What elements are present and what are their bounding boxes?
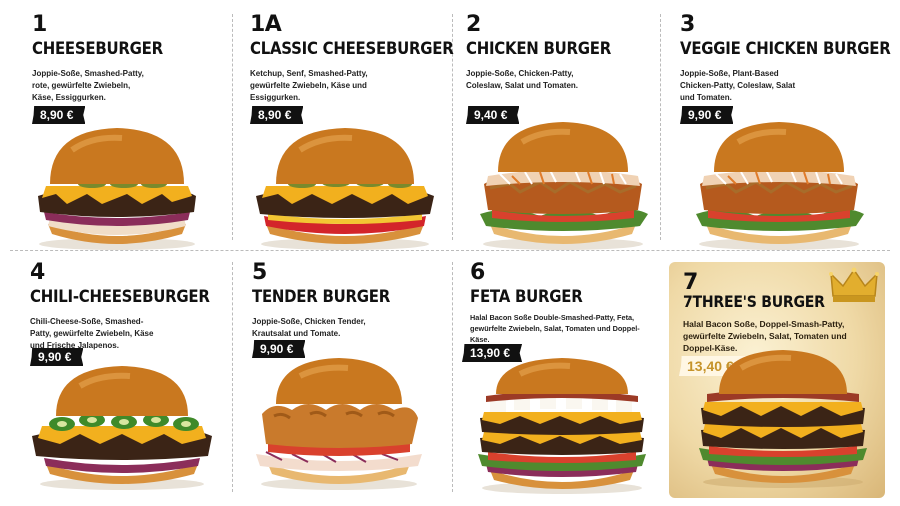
item-description: Ketchup, Senf, Smashed-Patty, gewürfelte…: [250, 69, 368, 102]
menu-item-veggie-chicken-burger[interactable]: 3 VEGGIE CHICKEN BURGER Joppie-Soße, Pla…: [680, 14, 900, 262]
item-number: 4: [30, 260, 45, 285]
item-name: FETA BURGER: [470, 287, 583, 307]
menu-item-classic-cheeseburger[interactable]: 1A CLASSIC CHEESEBURGER Ketchup, Senf, S…: [250, 14, 470, 262]
price-tag: 8,90 €: [250, 106, 304, 124]
price-tag: 8,90 €: [32, 106, 86, 124]
item-description: Joppie-Soße, Chicken-Patty, Coleslaw, Sa…: [466, 69, 579, 90]
item-number: 1A: [250, 12, 282, 37]
7threes-burger-image: [699, 350, 867, 488]
menu-item-chicken-burger[interactable]: 2 CHICKEN BURGER Joppie-Soße, Chicken-Pa…: [466, 14, 686, 262]
menu-item-7threes-burger[interactable]: 7 7THREE'S BURGER Halal Bacon Soße, Dopp…: [669, 262, 885, 498]
item-name: CHICKEN BURGER: [466, 39, 611, 59]
menu-item-cheeseburger[interactable]: 1 CHEESEBURGER Joppie-Soße, Smashed-Patt…: [32, 14, 252, 262]
item-name: CHILI-CHEESEBURGER: [30, 287, 210, 307]
feta-burger-image: [478, 358, 646, 494]
item-number: 6: [470, 260, 485, 285]
item-name: CLASSIC CHEESEBURGER: [250, 39, 454, 59]
classic-cheeseburger-image: [256, 128, 434, 250]
item-name: VEGGIE CHICKEN BURGER: [680, 39, 891, 59]
crown-icon: [829, 267, 879, 302]
item-description: Chili-Cheese-Soße, Smashed-Patty, gewürf…: [30, 317, 154, 350]
burger-menu: 1 CHEESEBURGER Joppie-Soße, Smashed-Patt…: [0, 0, 900, 506]
item-description: Halal Bacon Soße Double-Smashed-Patty, F…: [470, 313, 640, 344]
cheeseburger-image: [38, 128, 196, 250]
veggie-chicken-burger-image: [696, 122, 864, 250]
item-number: 7: [683, 270, 698, 295]
item-name: CHEESEBURGER: [32, 39, 163, 59]
item-number: 2: [466, 12, 481, 37]
chicken-burger-image: [480, 122, 648, 250]
menu-item-tender-burger[interactable]: 5 TENDER BURGER Joppie-Soße, Chicken Ten…: [252, 262, 472, 506]
item-name: 7THREE'S BURGER: [683, 292, 825, 311]
menu-item-chili-cheeseburger[interactable]: 4 CHILI-CHEESEBURGER Chili-Cheese-Soße, …: [30, 262, 250, 506]
item-description: Joppie-Soße, Chicken Tender, Krautsalat …: [252, 317, 366, 338]
item-number: 1: [32, 12, 47, 37]
chili-cheeseburger-image: [32, 366, 212, 490]
item-name: TENDER BURGER: [252, 287, 390, 307]
item-description: Joppie-Soße, Plant-Based Chicken-Patty, …: [680, 69, 796, 102]
menu-item-feta-burger[interactable]: 6 FETA BURGER Halal Bacon Soße Double-Sm…: [462, 260, 690, 506]
item-number: 5: [252, 260, 267, 285]
item-number: 3: [680, 12, 695, 37]
tender-burger-image: [256, 358, 422, 490]
item-description: Joppie-Soße, Smashed-Patty, rote, gewürf…: [32, 69, 144, 102]
